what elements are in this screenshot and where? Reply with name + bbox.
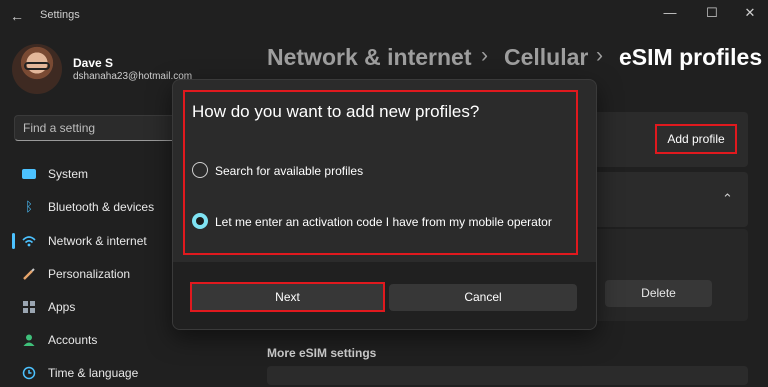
- sidebar-item-label: Network & internet: [48, 234, 147, 248]
- avatar[interactable]: [12, 44, 62, 94]
- sidebar-item-label: Time & language: [48, 366, 139, 380]
- sidebar-item-label: Bluetooth & devices: [48, 200, 155, 214]
- person-icon: [22, 333, 36, 347]
- sidebar-item-system[interactable]: System: [12, 160, 182, 188]
- radio-label-search[interactable]: Search for available profiles: [215, 164, 363, 178]
- sidebar-item-accounts[interactable]: Accounts: [12, 326, 182, 354]
- sidebar-item-label: Accounts: [48, 333, 98, 347]
- sidebar-item-time-language[interactable]: Time & language: [12, 359, 182, 387]
- radio-label-activation[interactable]: Let me enter an activation code I have f…: [215, 215, 552, 229]
- page-title: eSIM profiles: [619, 44, 763, 70]
- search-input[interactable]: Find a setting: [14, 115, 190, 141]
- add-profile-button[interactable]: Add profile: [655, 124, 737, 154]
- breadcrumb-network[interactable]: Network & internet: [267, 44, 471, 71]
- radio-search-profiles[interactable]: [192, 162, 208, 178]
- delete-button[interactable]: Delete: [605, 280, 712, 307]
- brush-icon: [22, 267, 36, 281]
- app-title: Settings: [40, 9, 80, 21]
- chevron-up-icon[interactable]: ⌃: [722, 191, 733, 207]
- sidebar-item-apps[interactable]: Apps: [12, 293, 182, 321]
- minimize-button[interactable]: —: [656, 4, 684, 22]
- bluetooth-icon: ᛒ: [25, 199, 33, 214]
- back-arrow-icon[interactable]: ←: [10, 8, 26, 24]
- breadcrumb-cellular[interactable]: Cellular: [504, 44, 588, 71]
- sidebar-item-personalization[interactable]: Personalization: [12, 260, 182, 288]
- globe-clock-icon: [22, 366, 36, 380]
- sidebar-item-label: Personalization: [48, 267, 131, 281]
- sidebar-item-network[interactable]: Network & internet: [12, 227, 182, 255]
- sidebar-item-label: System: [48, 167, 89, 181]
- cancel-button[interactable]: Cancel: [389, 284, 577, 311]
- maximize-button[interactable]: ☐: [698, 4, 726, 22]
- next-button[interactable]: Next: [190, 282, 385, 312]
- sidebar-item-label: Apps: [48, 300, 76, 314]
- more-esim-card[interactable]: [267, 366, 748, 385]
- section-heading: More eSIM settings: [267, 346, 377, 360]
- breadcrumb-separator: ›: [481, 44, 488, 67]
- user-name: Dave S: [73, 56, 114, 70]
- wifi-icon: [22, 234, 36, 248]
- monitor-icon: [22, 169, 36, 179]
- dialog-title: How do you want to add new profiles?: [192, 102, 480, 121]
- sidebar-item-bluetooth[interactable]: ᛒ Bluetooth & devices: [12, 193, 182, 221]
- apps-icon: [22, 300, 36, 314]
- radio-activation-code[interactable]: [192, 213, 208, 229]
- close-button[interactable]: ✕: [736, 4, 764, 22]
- breadcrumb-separator: ›: [596, 44, 603, 67]
